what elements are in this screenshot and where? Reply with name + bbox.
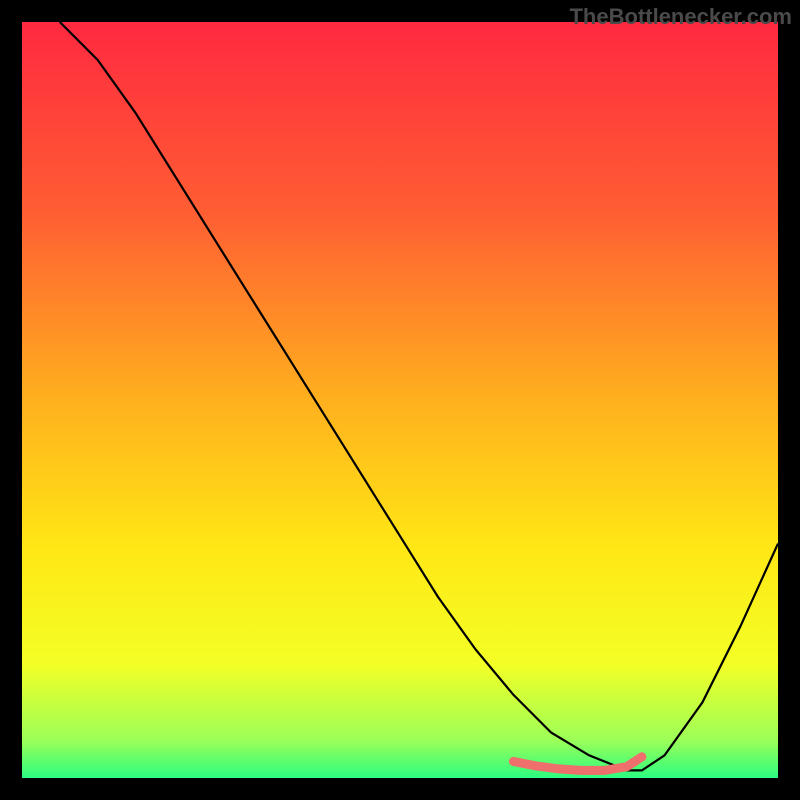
watermark-text: TheBottlenecker.com — [569, 4, 792, 30]
optimal-range-highlight — [513, 757, 642, 771]
plot-area — [22, 22, 778, 778]
bottleneck-curve — [60, 22, 778, 770]
curve-layer — [22, 22, 778, 778]
